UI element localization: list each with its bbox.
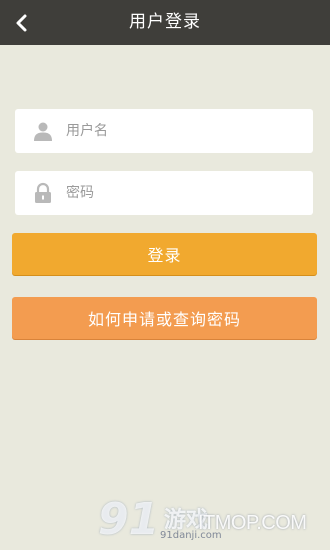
- back-button[interactable]: [0, 0, 44, 45]
- watermark-domain: ITMOP.COM: [198, 512, 307, 534]
- password-input[interactable]: [66, 185, 266, 201]
- login-button[interactable]: 登录: [12, 233, 317, 275]
- top-bar: 用户登录: [0, 0, 330, 45]
- password-field[interactable]: [15, 171, 313, 215]
- username-field[interactable]: [15, 109, 313, 153]
- watermark-logo-number: 91: [98, 494, 160, 545]
- lock-icon: [32, 182, 54, 204]
- page-title: 用户登录: [129, 12, 201, 32]
- user-icon: [32, 120, 54, 142]
- password-help-button[interactable]: 如何申请或查询密码: [12, 297, 317, 339]
- chevron-left-icon: [16, 14, 27, 31]
- username-input[interactable]: [66, 123, 266, 139]
